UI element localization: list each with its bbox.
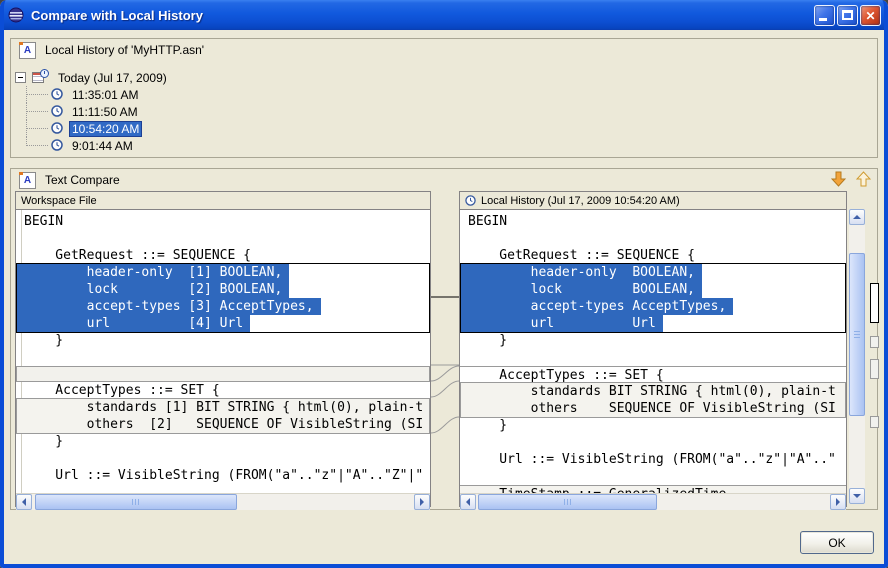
clock-icon [51,88,63,100]
ok-button[interactable]: OK [800,531,874,554]
scroll-right-button[interactable] [414,494,430,510]
window-title: Compare with Local History [31,8,203,23]
code-line: Url ::= VisibleString (FROM("a".."z"|"A"… [460,451,846,468]
code-line: accept-types [3] AcceptTypes, [16,298,321,315]
code-line: BEGIN [16,213,430,230]
history-revision-item[interactable]: 10:54:20 AM [11,120,877,137]
history-horizontal-scrollbar[interactable] [460,493,846,510]
code-line: lock [2] BOOLEAN, [16,281,289,298]
title-bar[interactable]: Compare with Local History ✕ [0,0,888,30]
overview-mark[interactable] [870,336,879,348]
maximize-button[interactable] [837,5,858,26]
history-tree: Today (Jul 17, 2009) 11:35:01 AM11:11:50… [11,69,877,154]
overview-mark[interactable] [870,359,879,379]
asn-file-icon [19,42,36,59]
code-line [16,450,430,467]
code-line: BEGIN [460,213,846,230]
revision-label: 11:35:01 AM [69,87,142,103]
code-line: others [2] SEQUENCE OF VisibleString (SI [16,416,430,433]
compare-dialog-window: Compare with Local History ✕ Local Histo… [0,0,888,568]
revision-label: 9:01:44 AM [69,138,136,154]
workspace-pane-header: Workspace File [16,192,430,210]
clock-icon [51,105,63,117]
vertical-scrollbar[interactable] [849,209,865,504]
text-compare-panel: Text Compare Workspace File BEGIN GetReq… [10,168,878,510]
eclipse-icon [8,7,24,23]
diff-overview-ruler[interactable] [869,209,881,489]
clock-icon [51,139,63,151]
dialog-client-area: Local History of 'MyHTTP.asn' Today (Jul… [4,30,884,564]
code-line: others SEQUENCE OF VisibleString (SI [460,400,846,417]
diff-connector-strip [431,191,459,507]
overview-mark-selected[interactable] [870,283,879,323]
code-line: TimeStamp ::= GeneralizedTime [460,485,846,493]
history-revision-item[interactable]: 11:11:50 AM [11,103,877,120]
code-line: header-only [1] BOOLEAN, [16,264,289,281]
code-line: url [4] Url [16,315,250,332]
workspace-horizontal-scrollbar[interactable] [16,493,430,510]
code-line [16,366,430,382]
local-history-title: Local History of 'MyHTTP.asn' [45,43,204,57]
tree-root-item[interactable]: Today (Jul 17, 2009) [11,69,877,86]
code-line: standards BIT STRING { html(0), plain-t [460,383,846,400]
clock-icon [51,122,63,134]
code-line: lock BOOLEAN, [460,281,702,298]
code-line [16,230,430,247]
history-revision-item[interactable]: 11:35:01 AM [11,86,877,103]
close-button[interactable]: ✕ [860,5,881,26]
next-difference-button[interactable] [830,171,846,188]
code-line [460,349,846,366]
scroll-left-button[interactable] [16,494,32,510]
code-line: accept-types AcceptTypes, [460,298,733,315]
revision-label-selected: 10:54:20 AM [69,121,142,137]
code-line: standards [1] BIT STRING { html(0), plai… [16,399,430,416]
code-line: Url ::= VisibleString (FROM("a".."z"|"A"… [16,467,430,484]
text-compare-header: Text Compare [11,169,877,191]
history-pane-header: Local History (Jul 17, 2009 10:54:20 AM) [460,192,846,210]
code-line [460,468,846,485]
code-line: } [460,417,846,434]
history-pane-title: Local History (Jul 17, 2009 10:54:20 AM) [481,195,680,207]
tree-root-label: Today (Jul 17, 2009) [55,70,170,86]
code-line: GetRequest ::= SEQUENCE { [16,247,430,264]
scroll-down-button[interactable] [849,488,865,504]
history-code-editor[interactable]: BEGIN GetRequest ::= SEQUENCE { header-o… [460,210,846,493]
revision-label: 11:11:50 AM [69,104,141,120]
clock-icon [465,195,476,206]
previous-difference-button[interactable] [855,171,871,188]
code-line: AcceptTypes ::= SET { [16,382,430,399]
scroll-left-button[interactable] [460,494,476,510]
code-line [460,434,846,451]
local-history-version-pane: Local History (Jul 17, 2009 10:54:20 AM)… [459,191,847,507]
overview-mark[interactable] [870,416,879,428]
scroll-right-button[interactable] [830,494,846,510]
code-line: } [16,433,430,450]
collapse-icon[interactable] [15,72,26,83]
scroll-up-button[interactable] [849,209,865,225]
local-history-panel: Local History of 'MyHTTP.asn' Today (Jul… [10,38,878,158]
code-line: header-only BOOLEAN, [460,264,702,281]
workspace-pane-title: Workspace File [21,195,97,207]
code-line: url Url [460,315,663,332]
code-line: } [16,332,430,349]
code-line [460,230,846,247]
calendar-icon [32,70,49,85]
code-line: } [460,332,846,349]
workspace-code-editor[interactable]: BEGIN GetRequest ::= SEQUENCE { header-o… [16,210,430,493]
code-line [16,349,430,366]
asn-file-icon [19,172,36,189]
minimize-button[interactable] [814,5,835,26]
scrollbar-thumb[interactable] [478,494,657,510]
code-line: AcceptTypes ::= SET { [460,366,846,383]
text-compare-title: Text Compare [45,173,120,187]
scrollbar-thumb[interactable] [35,494,237,510]
local-history-header: Local History of 'MyHTTP.asn' [11,39,877,61]
scrollbar-thumb[interactable] [849,253,865,416]
history-revision-item[interactable]: 9:01:44 AM [11,137,877,154]
workspace-pane: Workspace File BEGIN GetRequest ::= SEQU… [15,191,431,507]
code-line: GetRequest ::= SEQUENCE { [460,247,846,264]
